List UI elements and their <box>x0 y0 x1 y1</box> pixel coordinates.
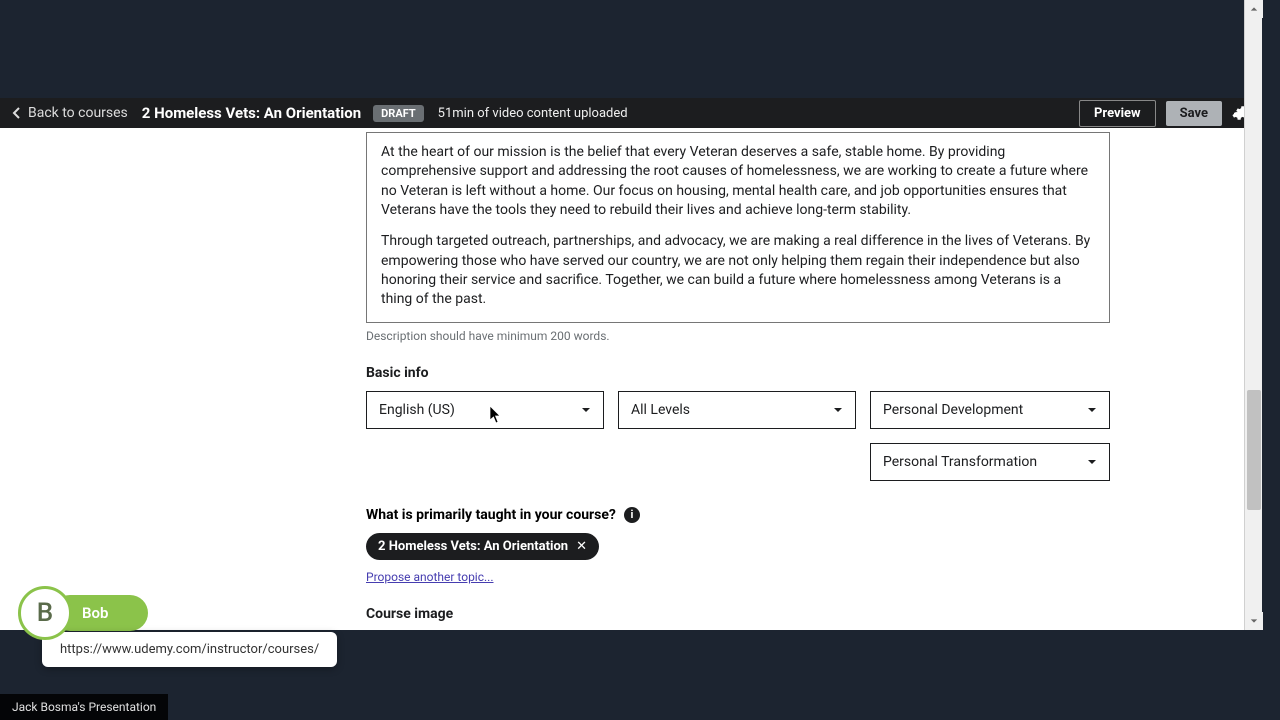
description-p1: At the heart of our mission is the belie… <box>381 143 1095 220</box>
course-image-preview <box>366 630 730 631</box>
course-image-label: Course image <box>366 606 1110 622</box>
basic-info-label: Basic info <box>366 365 1110 381</box>
subcategory-value: Personal Transformation <box>883 454 1037 470</box>
propose-topic-link[interactable]: Propose another topic... <box>366 570 1110 584</box>
topic-chip[interactable]: 2 Homeless Vets: An Orientation ✕ <box>366 533 599 560</box>
editor-content: At the heart of our mission is the belie… <box>0 128 1262 630</box>
url-tooltip: https://www.udemy.com/instructor/courses… <box>42 632 337 667</box>
avatar: B <box>18 586 72 640</box>
chevron-left-icon <box>12 107 22 119</box>
level-select[interactable]: All Levels <box>618 391 856 429</box>
chevron-down-icon <box>1087 457 1097 467</box>
category-select[interactable]: Personal Development <box>870 391 1110 429</box>
language-value: English (US) <box>379 402 455 418</box>
editor-topbar: Back to courses 2 Homeless Vets: An Orie… <box>0 98 1262 128</box>
sidebar <box>0 128 350 630</box>
close-icon[interactable]: ✕ <box>576 539 587 554</box>
scroll-down-button[interactable] <box>1245 612 1263 630</box>
main-column: At the heart of our mission is the belie… <box>366 128 1110 630</box>
course-image-instructions: Upload your course image here. It must m… <box>744 630 1110 631</box>
scroll-up-button[interactable] <box>1245 0 1263 18</box>
category-value: Personal Development <box>883 402 1023 418</box>
scrollbar-thumb[interactable] <box>1247 390 1261 510</box>
description-textarea[interactable]: At the heart of our mission is the belie… <box>366 132 1110 323</box>
chevron-down-icon <box>1087 405 1097 415</box>
topic-question-label: What is primarily taught in your course? <box>366 507 616 523</box>
save-button[interactable]: Save <box>1166 101 1222 126</box>
upload-status: 51min of video content uploaded <box>438 106 628 121</box>
level-value: All Levels <box>631 402 690 418</box>
presentation-tag: Jack Bosma's Presentation <box>0 694 168 720</box>
subcategory-select[interactable]: Personal Transformation <box>870 443 1110 481</box>
description-hint: Description should have minimum 200 word… <box>366 329 1110 343</box>
back-to-courses-link[interactable]: Back to courses <box>12 105 128 121</box>
course-title: 2 Homeless Vets: An Orientation <box>142 104 361 122</box>
chevron-down-icon <box>833 405 843 415</box>
preview-button[interactable]: Preview <box>1079 100 1156 127</box>
description-p2: Through targeted outreach, partnerships,… <box>381 232 1095 309</box>
info-icon[interactable]: i <box>624 507 640 523</box>
topic-chip-label: 2 Homeless Vets: An Orientation <box>378 539 568 554</box>
back-label: Back to courses <box>28 105 128 121</box>
vertical-scrollbar[interactable] <box>1244 0 1262 630</box>
status-badge-draft: DRAFT <box>373 105 424 122</box>
language-select[interactable]: English (US) <box>366 391 604 429</box>
chevron-down-icon <box>581 405 591 415</box>
